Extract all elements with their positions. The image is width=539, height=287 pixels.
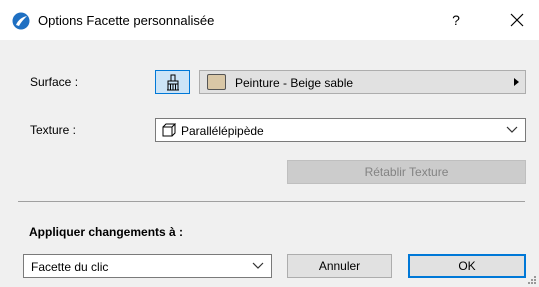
box-projection-icon [162, 123, 176, 137]
texture-value: Parallélépipède [181, 124, 264, 138]
surface-label: Surface : [30, 75, 79, 89]
paint-brush-icon [167, 74, 179, 91]
surface-color-swatch [207, 74, 226, 90]
chevron-down-icon [506, 126, 518, 133]
surface-brush-button[interactable] [155, 70, 190, 94]
ok-button[interactable]: OK [408, 254, 526, 278]
apply-target-dropdown[interactable]: Facette du clic [23, 254, 272, 278]
title-bar: Options Facette personnalisée ? [0, 0, 539, 40]
window-title: Options Facette personnalisée [38, 13, 215, 28]
texture-label: Texture : [30, 123, 77, 137]
close-icon [510, 13, 524, 27]
surface-selector[interactable]: Peinture - Beige sable [199, 70, 526, 94]
close-button[interactable] [503, 7, 531, 33]
help-button[interactable]: ? [443, 7, 469, 33]
apply-changes-label: Appliquer changements à : [29, 225, 184, 239]
resize-grip-icon[interactable] [527, 275, 537, 285]
reset-texture-button[interactable]: Rétablir Texture [287, 160, 526, 184]
chevron-down-icon [252, 262, 264, 269]
submenu-arrow-icon [514, 78, 519, 86]
archicad-app-icon [12, 12, 30, 30]
surface-value: Peinture - Beige sable [235, 76, 354, 90]
dialog-body: Surface : Peinture - Beige sable Texture… [0, 40, 539, 287]
cancel-button[interactable]: Annuler [287, 254, 392, 278]
apply-target-value: Facette du clic [31, 260, 109, 274]
texture-dropdown[interactable]: Parallélépipède [155, 118, 526, 142]
section-divider [18, 201, 525, 202]
